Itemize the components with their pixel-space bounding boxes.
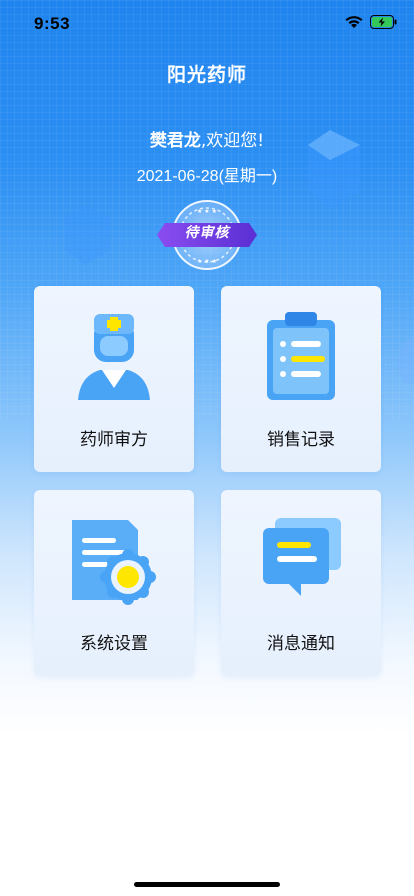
menu-label-pharmacist-review: 药师审方 xyxy=(80,430,148,450)
clipboard-icon xyxy=(267,312,335,400)
status-bar: 9:53 xyxy=(0,0,414,48)
message-icon xyxy=(263,518,341,596)
app-title: 阳光药师 xyxy=(166,64,247,86)
decorative-crystal-icon xyxy=(396,335,414,385)
menu-label-message-notifications: 消息通知 xyxy=(267,634,335,654)
pending-review-badge[interactable]: ★ ★ ★ ★ ★ ★ 待审核 xyxy=(155,200,259,272)
user-name: 樊君龙 xyxy=(149,131,201,151)
settings-document-icon xyxy=(72,520,156,605)
home-indicator[interactable] xyxy=(134,882,280,887)
pharmacist-icon xyxy=(78,314,150,400)
current-date: 2021-06-28(星期一) xyxy=(136,168,278,185)
menu-label-sales-records: 销售记录 xyxy=(267,430,335,450)
menu-card-message-notifications[interactable]: 消息通知 xyxy=(221,490,381,676)
status-time: 9:53 xyxy=(34,14,71,33)
welcome-message: 樊君龙,欢迎您! xyxy=(0,126,414,151)
svg-text:★ ★ ★: ★ ★ ★ xyxy=(197,258,217,265)
menu-label-system-settings: 系统设置 xyxy=(80,634,148,654)
menu-card-pharmacist-review[interactable]: 药师审方 xyxy=(34,286,194,472)
menu-card-sales-records[interactable]: 销售记录 xyxy=(221,286,381,472)
wifi-icon xyxy=(345,16,363,28)
welcome-text: ,欢迎您! xyxy=(200,131,265,151)
decorative-crystal-icon xyxy=(65,205,110,265)
badge-label: 待审核 xyxy=(184,225,230,241)
svg-text:★ ★ ★: ★ ★ ★ xyxy=(197,208,217,215)
menu-card-system-settings[interactable]: 系统设置 xyxy=(34,490,194,676)
status-icons xyxy=(344,15,398,29)
battery-charging-icon xyxy=(370,15,397,29)
